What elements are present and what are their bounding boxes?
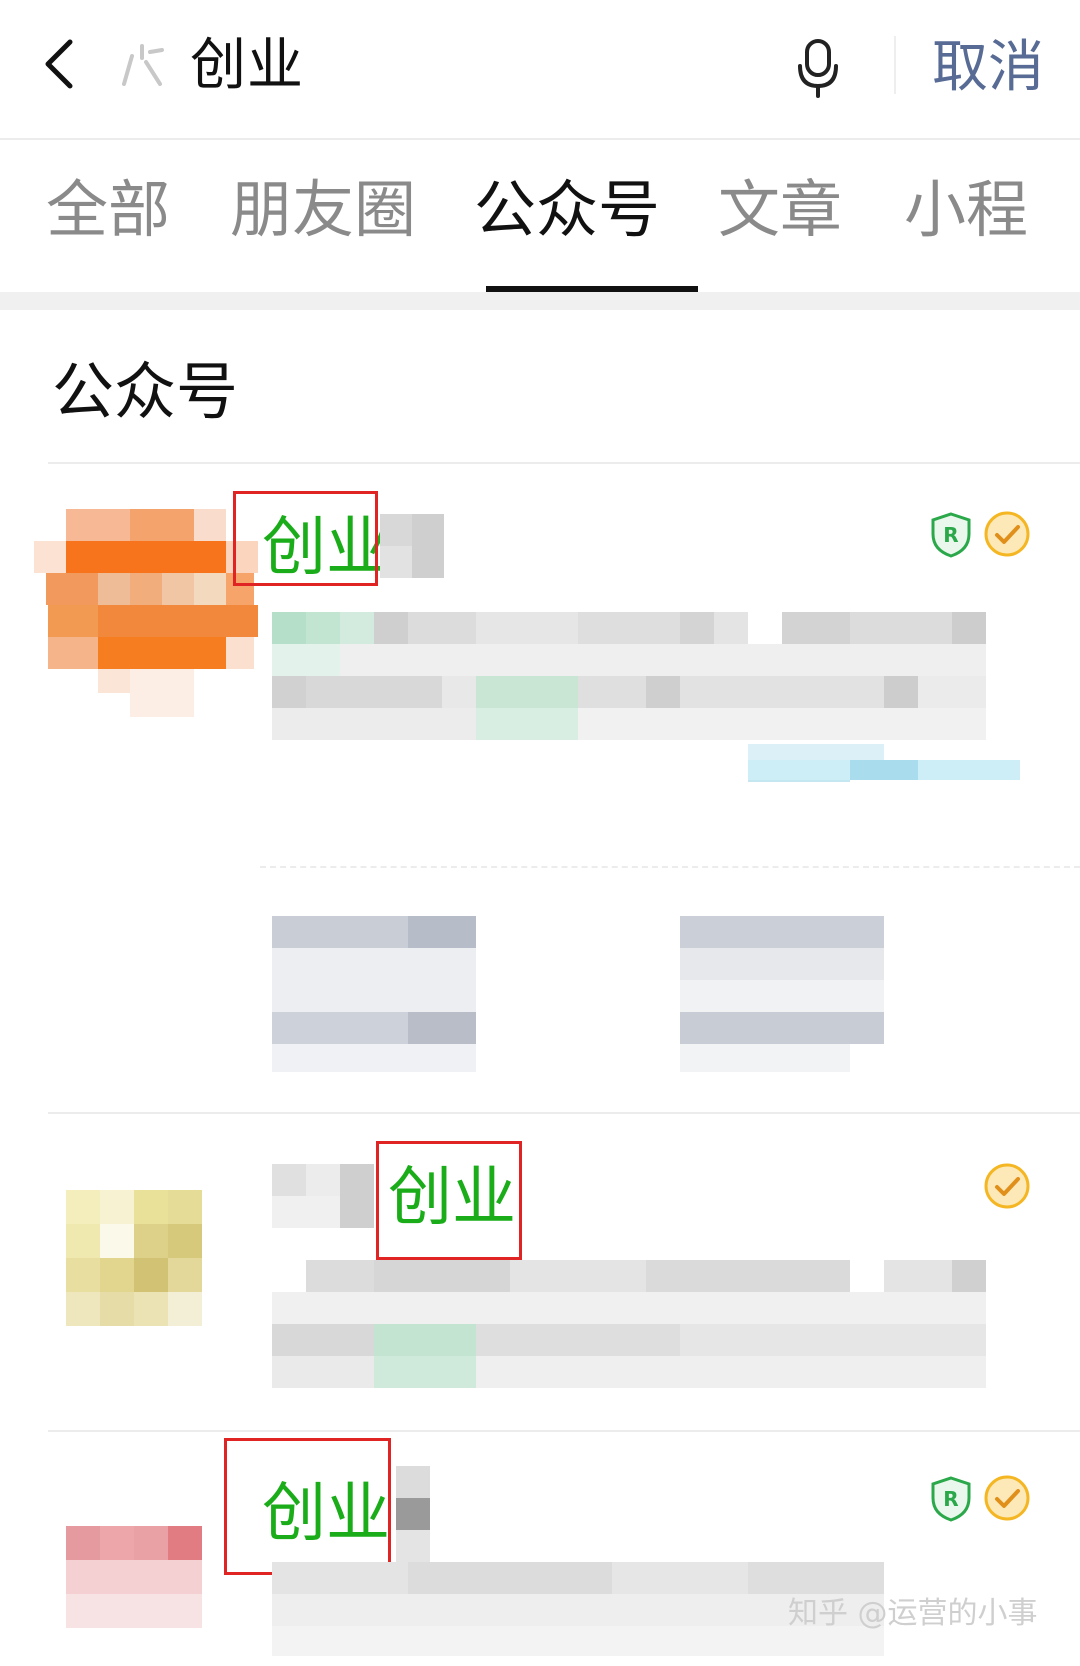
result-item-2[interactable]: 创业	[0, 1114, 1080, 1430]
account-description	[272, 1260, 1020, 1396]
watermark: 知乎 @运营的小事	[788, 1596, 1038, 1631]
tab-official-accounts[interactable]: 公众号	[474, 170, 660, 250]
svg-text:R: R	[943, 1487, 958, 1511]
avatar[interactable]	[34, 509, 258, 717]
tab-mini-programs[interactable]: 小程	[904, 170, 1028, 250]
tab-articles[interactable]: 文章	[718, 170, 842, 250]
search-icon	[122, 44, 164, 86]
annotation-box	[224, 1438, 391, 1575]
cancel-button[interactable]: 取消	[932, 30, 1044, 106]
result-tabs: 全部 朋友圈 公众号 文章 小程	[0, 140, 1080, 292]
microphone-icon[interactable]	[796, 38, 840, 98]
tab-moments[interactable]: 朋友圈	[230, 170, 416, 250]
result-item-1[interactable]: 创业 R	[0, 464, 1080, 1114]
section-gap	[0, 292, 1080, 310]
shield-r-icon: R	[931, 512, 971, 558]
annotation-box	[233, 491, 378, 586]
annotation-box	[376, 1141, 522, 1260]
back-arrow-icon[interactable]	[38, 34, 86, 94]
search-input[interactable]: 创业	[190, 28, 304, 104]
account-description	[272, 612, 1032, 788]
avatar[interactable]	[66, 1526, 206, 1666]
section-title: 公众号	[52, 355, 239, 428]
dashed-divider	[260, 866, 1080, 868]
verified-check-icon	[984, 511, 1030, 557]
avatar[interactable]	[66, 1190, 206, 1326]
search-header: 创业 取消	[0, 0, 1080, 140]
verified-check-icon	[984, 1163, 1030, 1209]
sub-item[interactable]	[680, 916, 884, 1076]
shield-r-icon: R	[931, 1476, 971, 1522]
verified-check-icon	[984, 1475, 1030, 1521]
tab-all[interactable]: 全部	[46, 170, 170, 250]
header-separator	[894, 36, 896, 94]
svg-text:R: R	[943, 523, 958, 547]
sub-item[interactable]	[272, 916, 476, 1076]
